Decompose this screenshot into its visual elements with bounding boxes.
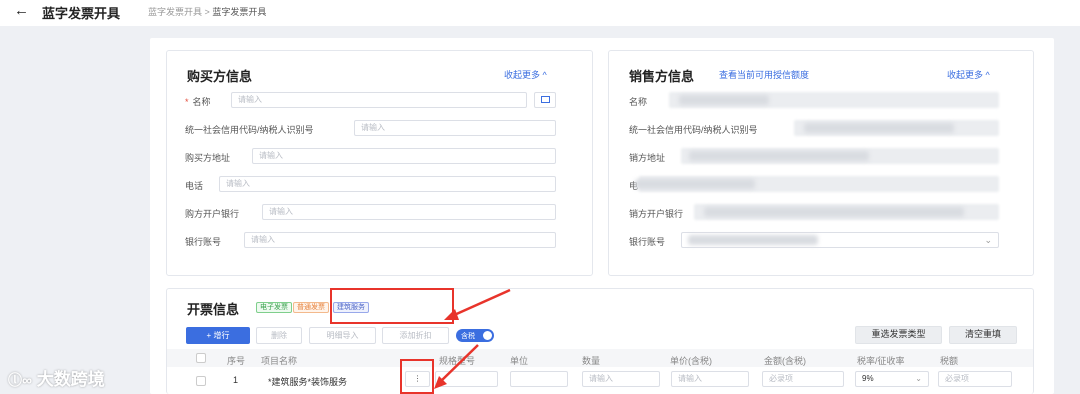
seller-address-label: 销方地址 [629, 153, 666, 163]
page-title: 蓝字发票开具 [42, 6, 121, 21]
buyer-taxid-label: 统一社会信用代码/纳税人识别号 [185, 125, 314, 135]
col-quantity: 数量 [582, 356, 601, 366]
delete-button[interactable]: 删除 [256, 327, 302, 344]
reselect-invoice-type-button[interactable]: 重选发票类型 [855, 326, 942, 344]
watermark: ⓛ∞ 大数跨境 [8, 365, 105, 390]
seller-name-label: 名称 [629, 97, 648, 107]
row-quantity-input[interactable]: 请输入 [582, 371, 660, 387]
col-amount: 金额(含税) [764, 356, 806, 366]
seller-collapse-link[interactable]: 收起更多 ^ [947, 68, 990, 81]
buyer-bank-input[interactable]: 请输入 [262, 204, 556, 220]
col-spec: 规格型号 [439, 356, 476, 366]
buyer-phone-input[interactable]: 请输入 [219, 176, 556, 192]
buyer-name-input[interactable]: 请输入 [231, 92, 527, 108]
seller-credit-link[interactable]: 查看当前可用授信额度 [719, 68, 809, 81]
seller-title: 销售方信息 [629, 69, 695, 84]
add-discount-button[interactable]: 添加折扣 [382, 327, 449, 344]
buyer-address-label: 购买方地址 [185, 153, 231, 163]
buyer-title: 购买方信息 [187, 69, 253, 84]
invoice-title: 开票信息 [187, 302, 240, 317]
add-row-button[interactable]: + 增行 [186, 327, 250, 344]
toggle-knob [483, 331, 492, 340]
card-icon [541, 96, 550, 103]
redaction-blur [688, 235, 818, 245]
row-tax-input[interactable]: 必录项 [938, 371, 1012, 387]
row-tax-rate-select[interactable]: 9% ⌄ [855, 371, 929, 387]
buyer-account-input[interactable]: 请输入 [244, 232, 556, 248]
breadcrumb-current: 蓝字发票开具 [212, 7, 267, 17]
buyer-name-label: * 名称 [185, 97, 211, 107]
buyer-address-input[interactable]: 请输入 [252, 148, 556, 164]
col-unit: 单位 [510, 356, 529, 366]
annotation-box-more [400, 359, 434, 394]
chevron-down-icon: ⌄ [984, 235, 992, 245]
seller-bank-label: 销方开户银行 [629, 209, 684, 219]
buyer-panel: 购买方信息 收起更多 ^ * 名称 请输入 统一社会信用代码/纳税人识别号 请输入… [166, 50, 593, 276]
tax-toggle-label: 含税 [461, 333, 475, 340]
col-item-name: 项目名称 [261, 356, 298, 366]
tax-included-toggle[interactable]: 含税 [456, 329, 494, 342]
row-spec-input[interactable] [435, 371, 498, 387]
redaction-blur [804, 123, 954, 133]
seller-account-label: 银行账号 [629, 237, 666, 247]
buyer-taxid-input[interactable]: 请输入 [354, 120, 556, 136]
buyer-name-lookup-button[interactable] [534, 92, 556, 108]
batch-import-button[interactable]: 明细导入 [309, 327, 376, 344]
breadcrumb-parent[interactable]: 蓝字发票开具 [148, 7, 202, 17]
col-index: 序号 [227, 356, 246, 366]
watermark-text: 大数跨境 [36, 370, 105, 389]
row-checkbox[interactable] [196, 376, 206, 386]
buyer-phone-label: 电话 [185, 181, 204, 191]
watermark-logo-icon: ⓛ∞ [8, 372, 32, 388]
row-amount-input[interactable]: 必录项 [762, 371, 844, 387]
redaction-blur [679, 95, 769, 105]
clear-refill-button[interactable]: 清空重填 [949, 326, 1017, 344]
buyer-collapse-link[interactable]: 收起更多 ^ [504, 68, 547, 81]
row-unit-price-input[interactable]: 请输入 [671, 371, 749, 387]
row-unit-input[interactable] [510, 371, 568, 387]
breadcrumb: 蓝字发票开具 > 蓝字发票开具 [148, 5, 266, 18]
seller-panel: 销售方信息 查看当前可用授信额度 收起更多 ^ 名称 统一社会信用代码/纳税人识… [608, 50, 1034, 276]
seller-account-select[interactable]: ⌄ [681, 232, 999, 248]
col-tax-rate: 税率/征收率 [857, 356, 905, 366]
redaction-blur [635, 179, 755, 189]
seller-taxid-label: 统一社会信用代码/纳税人识别号 [629, 125, 758, 135]
buyer-account-label: 银行账号 [185, 237, 222, 247]
annotation-box-tags [330, 288, 454, 324]
col-unit-price: 单价(含税) [670, 356, 712, 366]
tag-normal-invoice: 普通发票 [293, 302, 329, 313]
top-bar: ← 蓝字发票开具 蓝字发票开具 > 蓝字发票开具 [0, 0, 1080, 26]
col-tax: 税额 [940, 356, 959, 366]
tag-electronic-invoice: 电子发票 [256, 302, 292, 313]
row-item-name[interactable]: *建筑服务*装饰服务 [268, 375, 347, 388]
select-all-checkbox[interactable] [196, 353, 206, 363]
redaction-blur [704, 207, 964, 217]
buyer-bank-label: 购方开户银行 [185, 209, 240, 219]
row-tax-rate-value: 9% [862, 374, 874, 383]
row-index: 1 [233, 375, 239, 385]
back-arrow-icon[interactable]: ← [14, 2, 29, 20]
chevron-down-icon: ⌄ [915, 374, 922, 383]
breadcrumb-separator: > [204, 7, 210, 17]
redaction-blur [689, 151, 869, 161]
